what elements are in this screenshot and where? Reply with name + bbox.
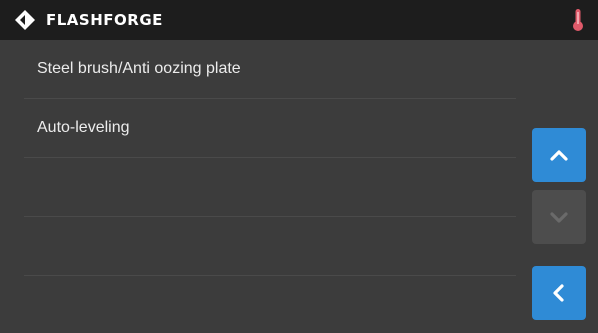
menu-list: Steel brush/Anti oozing plate Auto-level… (24, 40, 516, 276)
menu-item-empty (24, 158, 516, 217)
screen: FLASHFORGE Steel brush/Anti oozing plate… (0, 0, 598, 333)
menu-item-steel-brush[interactable]: Steel brush/Anti oozing plate (24, 40, 516, 99)
scroll-up-button[interactable] (532, 128, 586, 182)
chevron-up-icon (550, 150, 568, 161)
brand-name: FLASHFORGE (46, 11, 163, 29)
menu-item-label: Steel brush/Anti oozing plate (37, 60, 241, 77)
menu-item-label: Auto-leveling (37, 119, 130, 136)
thermometer-icon[interactable] (572, 8, 584, 32)
menu-item-auto-leveling[interactable]: Auto-leveling (24, 99, 516, 158)
chevron-down-icon (550, 212, 568, 223)
chevron-left-icon (553, 284, 564, 302)
scroll-down-button[interactable] (532, 190, 586, 244)
flashforge-logo-icon (15, 10, 35, 30)
menu-item-empty (24, 217, 516, 276)
top-bar: FLASHFORGE (0, 0, 598, 40)
brand-logo: FLASHFORGE (14, 9, 163, 31)
back-button[interactable] (532, 266, 586, 320)
